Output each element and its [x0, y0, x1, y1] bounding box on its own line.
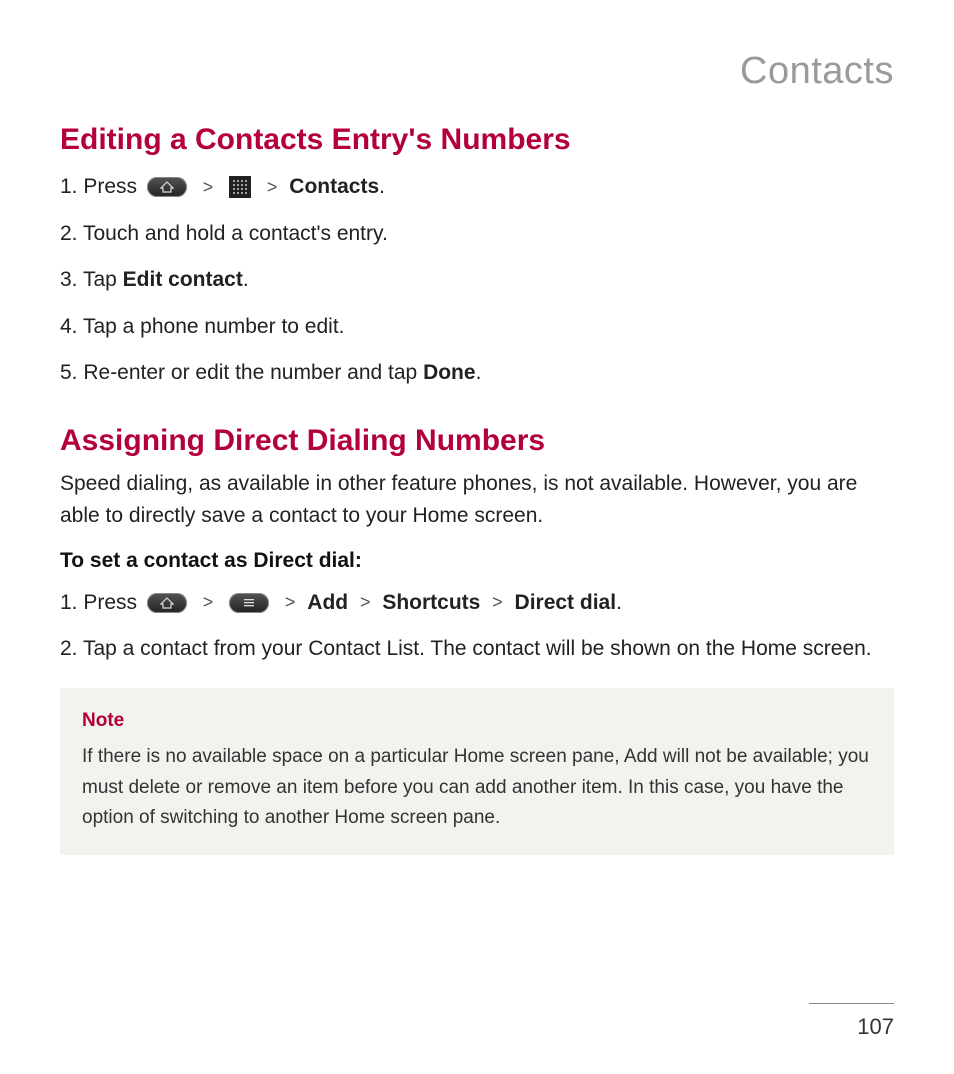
breadcrumb-separator: > [203, 592, 214, 612]
section-heading-editing: Editing a Contacts Entry's Numbers [60, 123, 894, 157]
apps-grid-icon [229, 176, 251, 198]
breadcrumb-separator: > [285, 592, 296, 612]
step-2-2: 2. Tap a contact from your Contact List.… [60, 633, 894, 666]
step-1-3: 3. Tap Edit contact. [60, 264, 894, 297]
note-label: Note [82, 706, 872, 736]
note-box: Note If there is no available space on a… [60, 688, 894, 856]
chapter-title: Contacts [60, 50, 894, 93]
button-done: Done [423, 361, 476, 384]
step-text: 5. Re-enter or edit the number and tap [60, 361, 423, 384]
step-1-2: 2. Touch and hold a contact's entry. [60, 218, 894, 251]
menu-contacts: Contacts [289, 175, 379, 198]
page-footer: 107 [809, 1003, 894, 1040]
page-number: 107 [809, 1014, 894, 1040]
subheading-direct-dial: To set a contact as Direct dial: [60, 549, 894, 573]
step-1-4: 4. Tap a phone number to edit. [60, 311, 894, 344]
step-1-1: 1. Press > > Contacts. [60, 171, 894, 204]
footer-rule [809, 1003, 894, 1004]
breadcrumb-separator: > [492, 592, 503, 612]
menu-shortcuts: Shortcuts [382, 591, 480, 614]
menu-button-icon [229, 593, 269, 613]
menu-direct-dial: Direct dial [515, 591, 617, 614]
step-1-5: 5. Re-enter or edit the number and tap D… [60, 357, 894, 390]
period: . [243, 268, 249, 291]
breadcrumb-separator: > [203, 177, 214, 197]
section2-intro: Speed dialing, as available in other fea… [60, 468, 894, 533]
period: . [476, 361, 482, 384]
period: . [616, 591, 622, 614]
home-button-icon [147, 177, 187, 197]
step-text: 1. Press [60, 175, 143, 198]
manual-page: Contacts Editing a Contacts Entry's Numb… [0, 0, 954, 1074]
period: . [379, 175, 385, 198]
menu-add: Add [307, 591, 348, 614]
breadcrumb-separator: > [360, 592, 371, 612]
menu-edit-contact: Edit contact [123, 268, 243, 291]
section-heading-assigning: Assigning Direct Dialing Numbers [60, 424, 894, 458]
step-2-1: 1. Press > > Add > Shortcuts > Direct di… [60, 587, 894, 620]
breadcrumb-separator: > [267, 177, 278, 197]
step-text: 3. Tap [60, 268, 123, 291]
home-button-icon [147, 593, 187, 613]
note-text: If there is no available space on a part… [82, 746, 869, 828]
step-text: 1. Press [60, 591, 143, 614]
